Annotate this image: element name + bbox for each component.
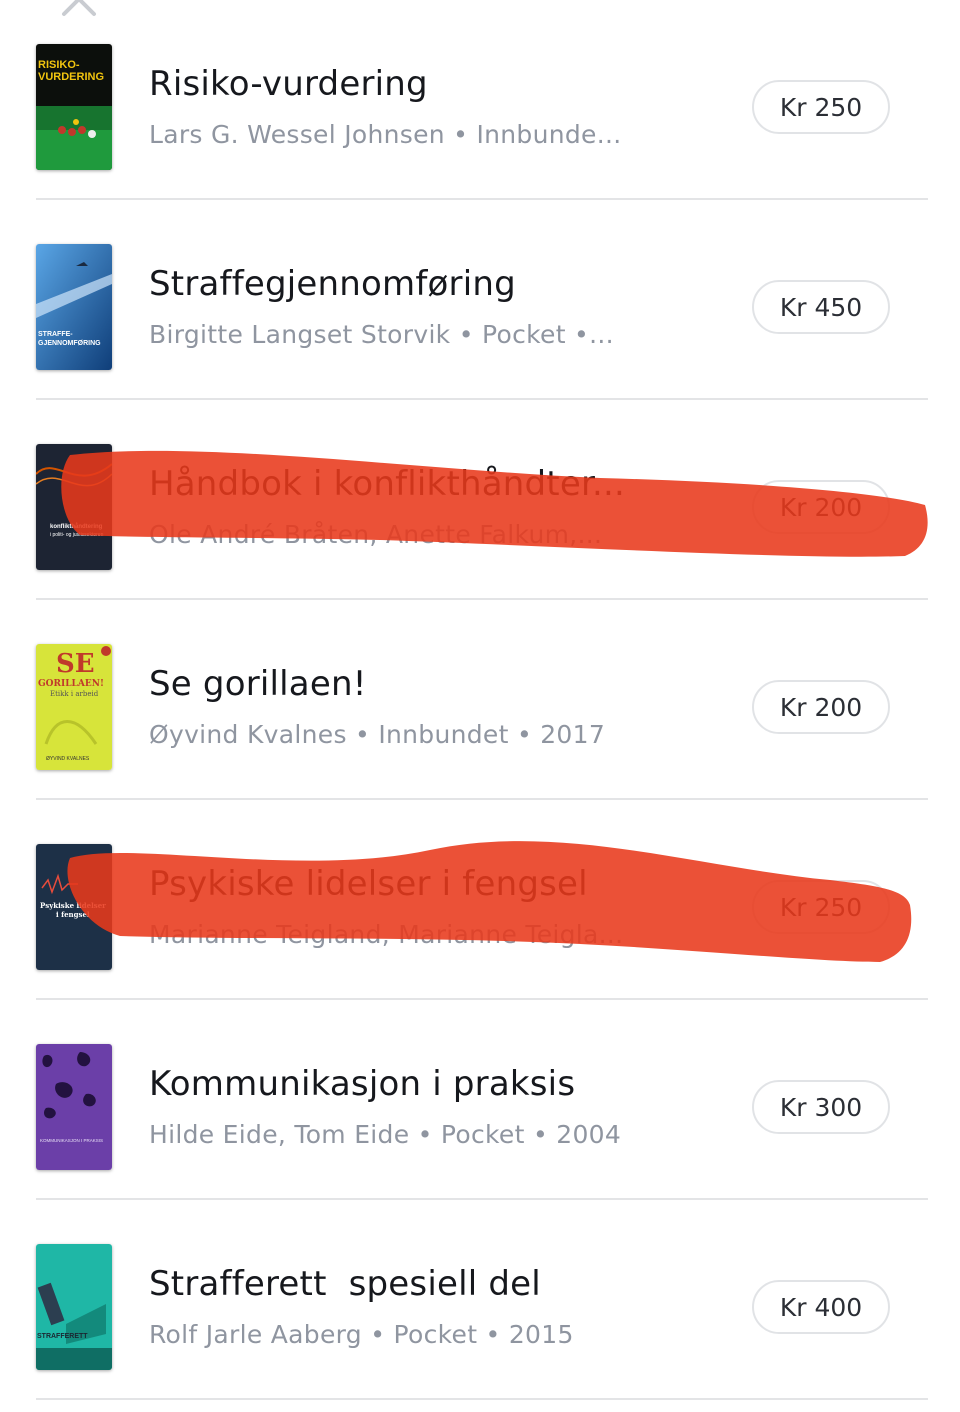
divider (36, 1398, 928, 1400)
list-item[interactable]: KOMMUNIKASJON I PRAKSIS Kommunikasjon i … (0, 1000, 960, 1200)
book-meta: Rolf Jarle Aaberg • Pocket • 2015 (149, 1320, 574, 1349)
svg-text:i fengsel: i fengsel (56, 910, 90, 919)
svg-text:konflikthåndtering: konflikthåndtering (50, 523, 103, 530)
book-meta: Lars G. Wessel Johnsen • Innbunde... (149, 120, 622, 149)
svg-text:STRAFFERETT: STRAFFERETT (37, 1333, 88, 1340)
svg-text:GORILLAEN!: GORILLAEN! (38, 679, 104, 689)
book-title: Håndbok i konflikthåndter... (149, 464, 626, 504)
book-cover: RISIKO- VURDERING (36, 44, 112, 170)
book-cover: KOMMUNIKASJON I PRAKSIS (36, 1044, 112, 1170)
svg-text:ØYVIND KVALNES: ØYVIND KVALNES (46, 756, 90, 762)
svg-text:GJENNOMFØRING: GJENNOMFØRING (38, 340, 101, 347)
book-title: Strafferett spesiell del (149, 1264, 541, 1304)
svg-text:Etikk i arbeid: Etikk i arbeid (50, 690, 99, 698)
book-title: Psykiske lidelser i fengsel (149, 864, 588, 904)
price-button[interactable]: Kr 250 (752, 80, 890, 134)
price-button[interactable]: Kr 400 (752, 1280, 890, 1334)
price-button[interactable]: Kr 450 (752, 280, 890, 334)
book-cover: STRAFFERETT (36, 1244, 112, 1370)
svg-text:RISIKO-: RISIKO- (38, 59, 80, 71)
svg-text:i politi- og justissektoren: i politi- og justissektoren (50, 532, 104, 538)
book-title: Kommunikasjon i praksis (149, 1064, 576, 1104)
book-cover: SE GORILLAEN! Etikk i arbeid ØYVIND KVAL… (36, 644, 112, 770)
list-item[interactable]: STRAFFE- GJENNOMFØRING Straffegjennomfør… (0, 200, 960, 400)
book-title: Straffegjennomføring (149, 264, 516, 304)
svg-text:STRAFFE-: STRAFFE- (38, 331, 73, 338)
svg-text:KOMMUNIKASJON I PRAKSIS: KOMMUNIKASJON I PRAKSIS (40, 1138, 103, 1143)
list-item[interactable]: SE GORILLAEN! Etikk i arbeid ØYVIND KVAL… (0, 600, 960, 800)
book-cover: STRAFFE- GJENNOMFØRING (36, 244, 112, 370)
list-item[interactable]: konflikthåndtering i politi- og justisse… (0, 400, 960, 600)
book-meta: Øyvind Kvalnes • Innbundet • 2017 (149, 720, 606, 749)
book-title: Se gorillaen! (149, 664, 367, 704)
book-cover: Psykiske lidelser i fengsel (36, 844, 112, 970)
price-button[interactable]: Kr 200 (752, 480, 890, 534)
price-button[interactable]: Kr 200 (752, 680, 890, 734)
svg-text:SE: SE (56, 649, 95, 679)
svg-text:VURDERING: VURDERING (38, 71, 104, 83)
list-item[interactable]: RISIKO- VURDERING Risiko-vurdering Lars … (0, 0, 960, 200)
list-item[interactable]: STRAFFERETT Strafferett spesiell del Rol… (0, 1200, 960, 1400)
book-list: RISIKO- VURDERING Risiko-vurdering Lars … (0, 0, 960, 1400)
book-title: Risiko-vurdering (149, 64, 428, 104)
book-meta: Marianne Teigland, Marianne Teigla... (149, 920, 624, 949)
book-meta: Ole André Bråten, Anette Falkum,... (149, 520, 603, 549)
price-button[interactable]: Kr 300 (752, 1080, 890, 1134)
list-item[interactable]: Psykiske lidelser i fengsel Psykiske lid… (0, 800, 960, 1000)
price-button[interactable]: Kr 250 (752, 880, 890, 934)
book-meta: Birgitte Langset Storvik • Pocket •... (149, 320, 614, 349)
svg-text:Psykiske lidelser: Psykiske lidelser (40, 901, 106, 910)
book-cover: konflikthåndtering i politi- og justisse… (36, 444, 112, 570)
book-meta: Hilde Eide, Tom Eide • Pocket • 2004 (149, 1120, 622, 1149)
